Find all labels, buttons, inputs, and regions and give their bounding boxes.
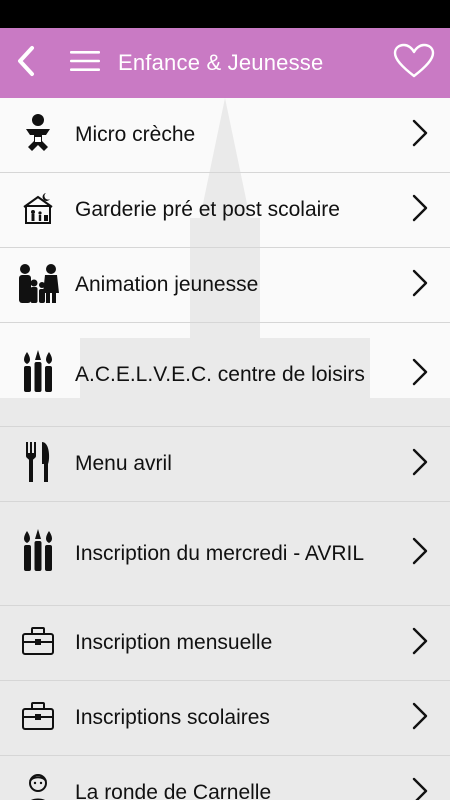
heart-outline-icon [393, 43, 435, 84]
list-item-garderie[interactable]: Garderie pré et post scolaire [0, 173, 450, 248]
list-item-label: A.C.E.L.V.E.C. centre de loisirs [75, 362, 365, 386]
chevron-right-icon [411, 268, 429, 303]
page-title: Enfance & Jeunesse [118, 50, 324, 75]
hamburger-menu-icon [70, 50, 100, 77]
list-item-label: Menu avril [75, 452, 172, 475]
back-button[interactable] [0, 28, 52, 98]
paint-brushes-icon [21, 529, 55, 578]
list-item-label: Garderie pré et post scolaire [75, 198, 340, 221]
list-item-acelvec[interactable]: A.C.E.L.V.E.C. centre de loisirs [0, 323, 450, 427]
fork-knife-icon [24, 440, 52, 489]
house-family-icon [22, 191, 54, 230]
chevron-right-icon [411, 701, 429, 736]
list-item-inscription-mensuelle[interactable]: Inscription mensuelle [0, 606, 450, 681]
chevron-right-icon [411, 776, 429, 800]
list-item-animation-jeunesse[interactable]: Animation jeunesse [0, 248, 450, 323]
list-item-label: Micro crèche [75, 123, 196, 146]
menu-button[interactable] [64, 28, 106, 98]
list-item-menu-avril[interactable]: Menu avril [0, 427, 450, 502]
chevron-right-icon [411, 357, 429, 392]
list-item-label: Inscriptions scolaires [75, 706, 270, 729]
child-icon [21, 773, 55, 800]
status-bar [0, 0, 450, 28]
list-item-label: La ronde de Carnelle [75, 781, 272, 800]
briefcase-icon [21, 701, 55, 736]
baby-icon [22, 113, 54, 158]
app-header: Enfance & Jeunesse [0, 28, 450, 98]
app-screen: Enfance & Jeunesse Micro crèche Garderie… [0, 0, 450, 800]
chevron-right-icon [411, 447, 429, 482]
list-item-ronde-de-carnelle[interactable]: La ronde de Carnelle [0, 756, 450, 800]
favorite-button[interactable] [384, 28, 444, 98]
family-icon [16, 263, 60, 308]
paint-brushes-icon [21, 350, 55, 399]
list-item-label: Inscription du mercredi - AVRIL [75, 541, 365, 565]
chevron-right-icon [411, 193, 429, 228]
list-item-inscription-mercredi[interactable]: Inscription du mercredi - AVRIL [0, 502, 450, 606]
list-item-micro-creche[interactable]: Micro crèche [0, 98, 450, 173]
chevron-right-icon [411, 118, 429, 153]
chevron-right-icon [411, 626, 429, 661]
list-item-inscriptions-scolaires[interactable]: Inscriptions scolaires [0, 681, 450, 756]
list-item-label: Inscription mensuelle [75, 631, 273, 654]
chevron-left-icon [15, 44, 37, 83]
menu-list: Micro crèche Garderie pré et post scolai… [0, 98, 450, 800]
chevron-right-icon [411, 536, 429, 571]
briefcase-icon [21, 626, 55, 661]
list-item-label: Animation jeunesse [75, 273, 259, 296]
